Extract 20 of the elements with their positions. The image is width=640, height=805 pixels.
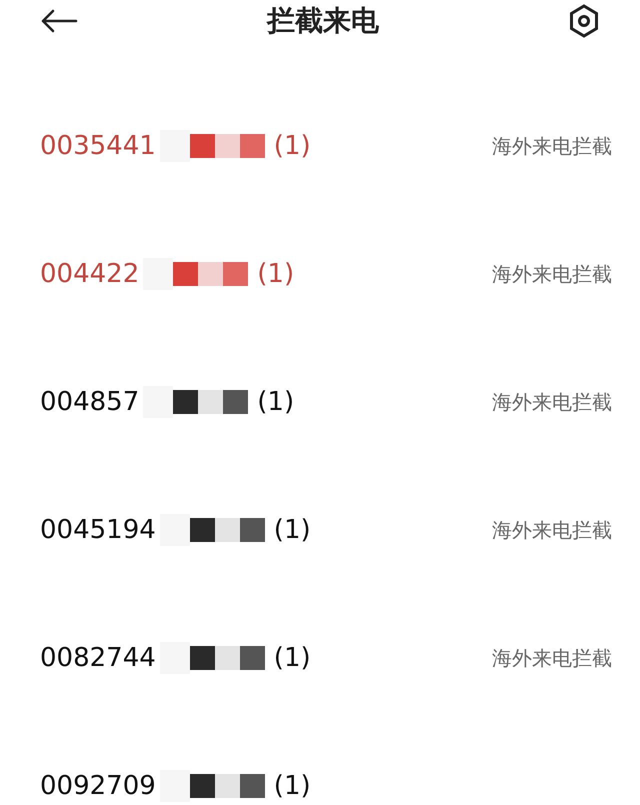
settings-icon[interactable] (568, 4, 600, 38)
phone-number: 0082744 (40, 642, 156, 674)
call-count: (1) (274, 514, 311, 546)
block-reason: 海外来电拦截 (492, 261, 612, 288)
block-reason: 海外来电拦截 (492, 645, 612, 672)
call-count: (1) (274, 130, 311, 162)
page-title: 拦截来电 (267, 3, 379, 39)
call-count: (1) (274, 642, 311, 674)
phone-number: 0092709 (40, 770, 156, 802)
call-count: (1) (257, 386, 294, 418)
block-reason: 海外来电拦截 (492, 389, 612, 416)
phone-number: 0035441 (40, 130, 156, 162)
phone-number: 004857 (40, 386, 140, 418)
phone-number: 0045194 (40, 514, 156, 546)
call-count: (1) (274, 770, 311, 802)
block-reason: 海外来电拦截 (492, 133, 612, 160)
phone-number: 004422 (40, 258, 140, 290)
call-count: (1) (257, 258, 294, 290)
block-reason: 海外来电拦截 (492, 517, 612, 544)
back-arrow-icon[interactable] (40, 9, 78, 33)
